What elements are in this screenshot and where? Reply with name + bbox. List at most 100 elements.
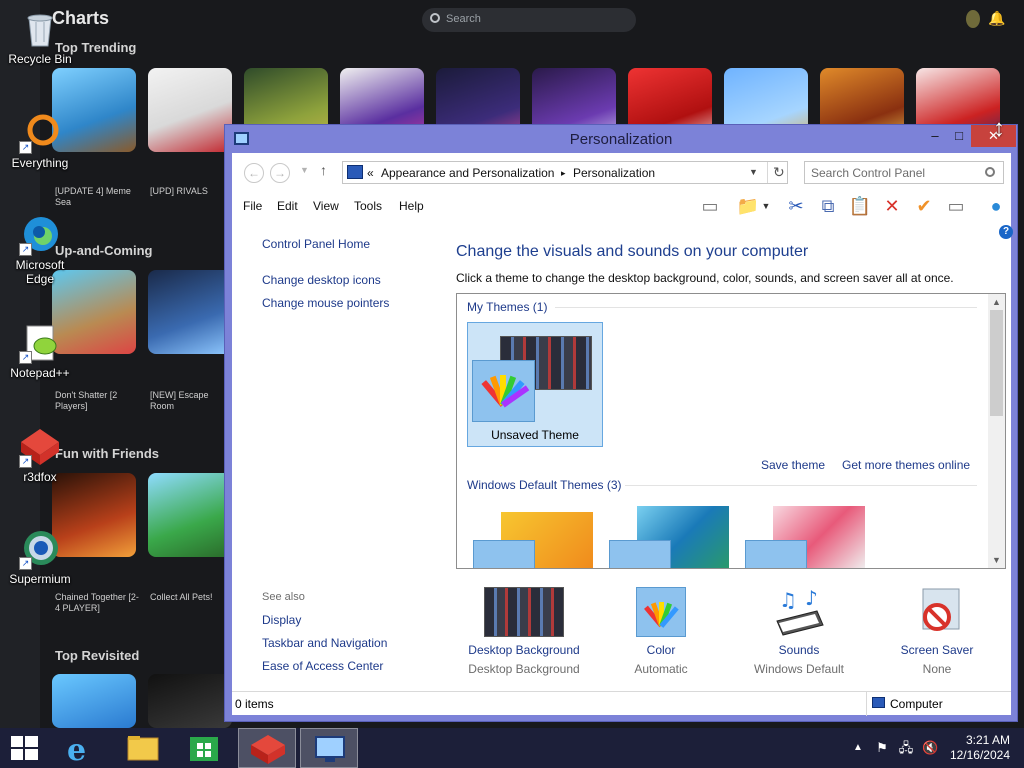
scroll-down-icon[interactable]: ▼ [988, 552, 1005, 568]
page-description: Click a theme to change the desktop back… [456, 271, 954, 285]
sounds-label[interactable]: Sounds [729, 643, 869, 657]
taskbar: e ▲ ⚑ 🖧 🔇 3:21 AM 12/16/2024 [0, 728, 1024, 768]
menu-view[interactable]: View [313, 199, 339, 213]
rename-icon[interactable]: ▭ [944, 195, 968, 217]
show-hidden-icons-chevron-icon[interactable]: ▲ [850, 740, 866, 756]
game-tile[interactable] [148, 473, 232, 557]
breadcrumb-appearance-and-personalization[interactable]: Appearance and Personalization [381, 166, 554, 180]
bell-icon[interactable]: 🔔 [988, 10, 1005, 27]
file-explorer-icon [127, 736, 159, 761]
screen-saver-setting[interactable]: Screen Saver None [867, 587, 1007, 676]
start-button[interactable] [0, 728, 58, 768]
desktop-icon-everything[interactable]: ↗ Everything [2, 112, 78, 170]
copy-icon[interactable]: ⧉ [816, 195, 840, 217]
background-app-search[interactable]: Search [422, 8, 636, 32]
action-center-flag-icon[interactable]: ⚑ [874, 740, 890, 756]
taskbar-clock[interactable]: 3:21 AM 12/16/2024 [948, 733, 1010, 763]
game-tile[interactable] [52, 674, 136, 728]
taskbar-internet-explorer[interactable]: e [52, 728, 110, 768]
unsaved-theme-tile[interactable]: Unsaved Theme [467, 322, 603, 447]
desktop-background-label[interactable]: Desktop Background [454, 643, 594, 657]
menu-tools[interactable]: Tools [354, 199, 382, 213]
search-control-panel-input[interactable]: Search Control Panel [804, 161, 1004, 184]
change-desktop-icons-link[interactable]: Change desktop icons [262, 273, 381, 287]
taskbar-control-panel[interactable] [300, 728, 358, 768]
folder-options-icon[interactable]: 📁 [736, 195, 760, 217]
control-panel-home-link[interactable]: Control Panel Home [262, 237, 370, 251]
status-divider [866, 692, 867, 716]
background-app-search-placeholder: Search [446, 13, 481, 25]
menu-file[interactable]: File [243, 199, 262, 213]
refresh-icon[interactable]: ↻ [773, 164, 785, 181]
address-dropdown-icon[interactable]: ▼ [749, 167, 758, 177]
search-icon [985, 167, 995, 177]
menu-help[interactable]: Help [399, 199, 424, 213]
section-top-revisited[interactable]: Top Revisited [55, 648, 139, 663]
display-link[interactable]: Display [262, 613, 301, 627]
delete-icon[interactable]: ✕ [880, 195, 904, 217]
get-more-themes-online-link[interactable]: Get more themes online [842, 458, 970, 472]
screen-saver-value: None [922, 662, 952, 676]
page-title: Change the visuals and sounds on your co… [456, 243, 809, 260]
taskbar-file-explorer[interactable] [114, 728, 172, 768]
change-mouse-pointers-link[interactable]: Change mouse pointers [262, 296, 389, 310]
properties-checkmark-icon[interactable]: ✔ [912, 195, 936, 217]
address-prefix[interactable]: « [367, 166, 374, 180]
desktop-icon-microsoft-edge[interactable]: ↗ Microsoft Edge [2, 214, 78, 286]
color-palette-icon [636, 587, 686, 637]
help-icon[interactable]: ? [999, 225, 1013, 239]
themes-scrollbar[interactable]: ▲ ▼ [988, 294, 1005, 568]
menu-bar: File Edit View Tools Help ▭ 📁 ▼ ✂ ⧉ 📋 ✕ … [232, 191, 1011, 221]
windows-logo-icon [11, 736, 38, 760]
up-button[interactable]: ↑ [320, 162, 327, 178]
back-button[interactable]: ← [244, 163, 264, 183]
scrollbar-thumb[interactable] [990, 310, 1003, 416]
shortcut-arrow-icon: ↗ [19, 141, 32, 154]
color-label[interactable]: Color [591, 643, 731, 657]
cut-icon[interactable]: ✂ [784, 195, 808, 217]
taskbar-and-navigation-link[interactable]: Taskbar and Navigation [262, 636, 387, 650]
taskbar-store[interactable] [176, 728, 234, 768]
desktop-icon-recycle-bin[interactable]: Recycle Bin [2, 8, 78, 66]
desktop-icon-supermium[interactable]: ↗ Supermium [2, 528, 78, 586]
desktop-icon-label: Supermium [9, 572, 71, 586]
options-icon[interactable]: ● [984, 195, 1008, 217]
breadcrumb-personalization[interactable]: Personalization [573, 166, 655, 180]
scroll-up-icon[interactable]: ▲ [988, 294, 1005, 310]
window-content: ← → ▼ ↑ « Appearance and Personalization… [232, 153, 1013, 716]
breadcrumb-separator-icon[interactable]: ▸ [561, 168, 566, 179]
desktop-background-setting[interactable]: Desktop Background Desktop Background [454, 587, 594, 676]
notepad-plus-plus-icon: ↗ [19, 322, 61, 364]
desktop-icon-r3dfox[interactable]: ↗ r3dfox [2, 426, 78, 484]
recent-locations-chevron-icon[interactable]: ▼ [300, 165, 309, 175]
desktop-icon-notepad-plus-plus[interactable]: ↗ Notepad++ [2, 322, 78, 380]
game-tile[interactable] [148, 674, 232, 728]
menu-edit[interactable]: Edit [277, 199, 298, 213]
title-bar[interactable]: Personalization – □ ✕ [225, 125, 1017, 153]
game-tile[interactable] [148, 270, 232, 354]
toolbar-dropdown-icon[interactable]: ▼ [760, 195, 772, 217]
network-icon[interactable]: 🖧 [898, 740, 914, 756]
my-themes-group-label: My Themes (1) [467, 300, 548, 314]
color-setting[interactable]: Color Automatic [591, 587, 731, 676]
everything-icon: ↗ [19, 112, 61, 154]
address-bar[interactable]: « Appearance and Personalization ▸ Perso… [342, 161, 788, 184]
screen-saver-label[interactable]: Screen Saver [867, 643, 1007, 657]
resize-cursor-icon: ↕ [993, 115, 1005, 142]
window-title: Personalization [569, 131, 673, 148]
themes-list[interactable]: My Themes (1) Unsaved Theme Save theme G… [456, 293, 1006, 569]
forward-button[interactable]: → [270, 163, 290, 183]
r3dfox-icon [251, 735, 285, 764]
taskbar-r3dfox[interactable] [238, 728, 296, 768]
ease-of-access-center-link[interactable]: Ease of Access Center [262, 659, 383, 673]
volume-muted-icon[interactable]: 🔇 [922, 740, 938, 756]
game-tile[interactable] [148, 68, 232, 152]
preview-pane-icon[interactable]: ▭ [698, 195, 722, 217]
game-row-3 [52, 473, 232, 557]
robux-icon[interactable] [966, 10, 980, 28]
maximize-button[interactable]: □ [945, 125, 973, 147]
sounds-setting[interactable]: ♫ ♪ Sounds Windows Default [729, 586, 869, 676]
save-theme-link[interactable]: Save theme [761, 458, 825, 472]
personalization-window: Personalization – □ ✕ ↕ ← → ▼ ↑ « Appear… [224, 115, 1018, 722]
paste-icon[interactable]: 📋 [848, 195, 872, 217]
